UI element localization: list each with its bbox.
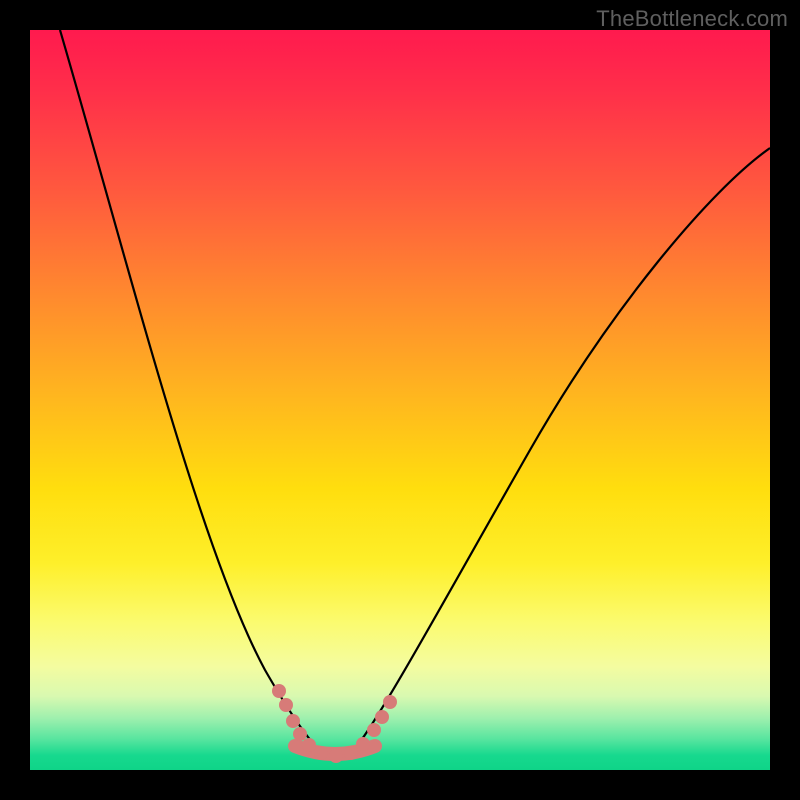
marker-dot — [286, 714, 300, 728]
marker-dot — [375, 710, 389, 724]
curve-right — [360, 148, 770, 742]
chart-plot-area — [30, 30, 770, 770]
marker-dot — [272, 684, 286, 698]
marker-dot — [314, 746, 328, 760]
curve-group — [60, 30, 770, 754]
marker-dot — [279, 698, 293, 712]
marker-dot — [367, 723, 381, 737]
marker-dot — [329, 749, 343, 763]
marker-dot — [344, 746, 358, 760]
marker-dot — [356, 737, 370, 751]
chart-svg — [30, 30, 770, 770]
curve-left — [60, 30, 312, 742]
marker-dot — [302, 738, 316, 752]
marker-dot — [293, 727, 307, 741]
chart-frame: TheBottleneck.com — [0, 0, 800, 800]
watermark-text: TheBottleneck.com — [596, 6, 788, 32]
marker-dot — [383, 695, 397, 709]
